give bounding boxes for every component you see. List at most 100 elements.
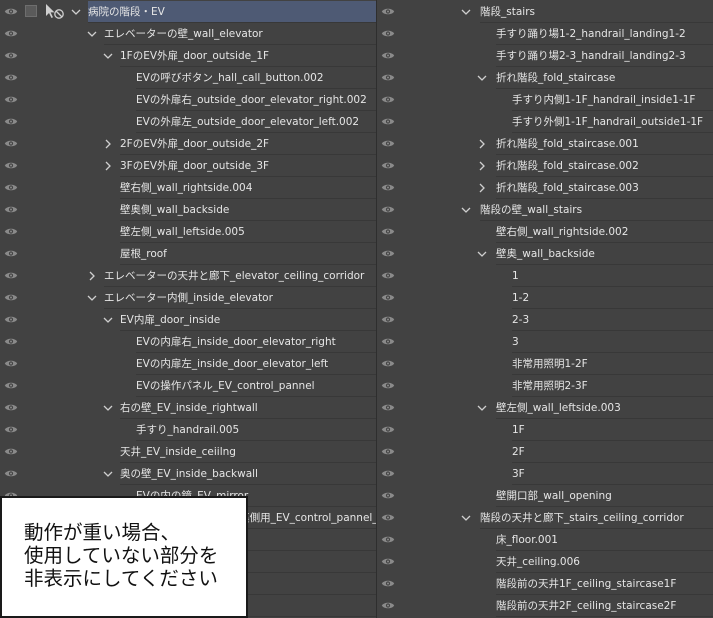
eye-icon[interactable] [381, 425, 395, 434]
eye-icon[interactable] [381, 359, 395, 368]
eye-icon[interactable] [4, 205, 18, 214]
eye-icon[interactable] [4, 447, 18, 456]
layer-row[interactable]: 手すり内側1-1F_handrail_inside1-1F [377, 89, 713, 111]
eye-icon[interactable] [381, 95, 395, 104]
eye-icon[interactable] [4, 337, 18, 346]
eye-icon[interactable] [4, 183, 18, 192]
layer-row[interactable]: EVの内扉左_inside_door_elevator_left [0, 353, 376, 375]
chevron-down-icon[interactable] [103, 315, 113, 325]
chevron-down-icon[interactable] [461, 205, 471, 215]
chevron-down-icon[interactable] [103, 51, 113, 61]
eye-icon[interactable] [381, 601, 395, 610]
eye-icon[interactable] [381, 535, 395, 544]
layer-row[interactable]: 右の壁_EV_inside_rightwall [0, 397, 376, 419]
eye-icon[interactable] [4, 359, 18, 368]
chevron-right-icon[interactable] [103, 161, 113, 171]
layer-row[interactable]: 天井_ceiling.006 [377, 551, 713, 573]
eye-icon[interactable] [381, 117, 395, 126]
layer-row[interactable]: 階段前の天井2F_ceiling_staircase2F [377, 595, 713, 617]
layer-row[interactable]: 折れ階段_fold_staircase.001 [377, 133, 713, 155]
layer-row[interactable]: 1 [377, 265, 713, 287]
eye-icon[interactable] [4, 403, 18, 412]
layer-row[interactable]: 壁左側_wall_leftside.003 [377, 397, 713, 419]
layer-row[interactable]: 階段の壁_wall_stairs [377, 199, 713, 221]
eye-icon[interactable] [381, 205, 395, 214]
chevron-right-icon[interactable] [103, 139, 113, 149]
eye-icon[interactable] [4, 425, 18, 434]
eye-icon[interactable] [381, 557, 395, 566]
eye-icon[interactable] [4, 51, 18, 60]
layer-row[interactable]: 非常用照明1-2F [377, 353, 713, 375]
eye-icon[interactable] [4, 95, 18, 104]
layer-row[interactable]: 壁左側_wall_leftside.005 [0, 221, 376, 243]
eye-icon[interactable] [381, 337, 395, 346]
eye-icon[interactable] [4, 29, 18, 38]
layer-row[interactable]: 手すり踊り場1-2_handrail_landing1-2 [377, 23, 713, 45]
chevron-down-icon[interactable] [87, 29, 97, 39]
eye-icon[interactable] [381, 447, 395, 456]
eye-icon[interactable] [381, 579, 395, 588]
layer-row[interactable]: 3FのEV外扉_door_outside_3F [0, 155, 376, 177]
eye-icon[interactable] [381, 7, 395, 16]
layer-row[interactable]: 階段_stairs [377, 1, 713, 23]
eye-icon[interactable] [381, 469, 395, 478]
layer-row[interactable]: 1FのEV外扉_door_outside_1F [0, 45, 376, 67]
layer-row[interactable]: 非常用照明2-3F [377, 375, 713, 397]
chevron-down-icon[interactable] [103, 469, 113, 479]
layer-row[interactable]: エレベーターの天井と廊下_elevator_ceiling_corridor [0, 265, 376, 287]
layer-row[interactable]: EVの外扉左_outside_door_elevator_left.002 [0, 111, 376, 133]
layer-row[interactable]: エレベーターの壁_wall_elevator [0, 23, 376, 45]
layer-row[interactable]: 屋根_roof [0, 243, 376, 265]
layer-row[interactable]: 床_floor.001 [377, 529, 713, 551]
lock-checkbox[interactable] [25, 5, 37, 17]
selection-tool-icon[interactable] [44, 3, 66, 21]
layer-row[interactable]: 壁右側_wall_rightside.002 [377, 221, 713, 243]
chevron-down-icon[interactable] [461, 513, 471, 523]
eye-icon[interactable] [4, 249, 18, 258]
chevron-down-icon[interactable] [477, 73, 487, 83]
eye-icon[interactable] [4, 315, 18, 324]
eye-icon[interactable] [4, 381, 18, 390]
eye-icon[interactable] [4, 469, 18, 478]
chevron-right-icon[interactable] [477, 161, 487, 171]
chevron-down-icon[interactable] [87, 293, 97, 303]
layer-row[interactable]: 1-2 [377, 287, 713, 309]
eye-icon[interactable] [4, 227, 18, 236]
eye-icon[interactable] [4, 73, 18, 82]
layer-row[interactable]: 3F [377, 463, 713, 485]
layer-row[interactable]: 2FのEV外扉_door_outside_2F [0, 133, 376, 155]
eye-icon[interactable] [381, 29, 395, 38]
chevron-right-icon[interactable] [87, 271, 97, 281]
chevron-down-icon[interactable] [477, 403, 487, 413]
layer-row[interactable]: エレベーター内側_inside_elevator [0, 287, 376, 309]
layer-row[interactable]: 壁奥_wall_backside [377, 243, 713, 265]
layer-row[interactable]: 奥の壁_EV_inside_backwall [0, 463, 376, 485]
eye-icon[interactable] [381, 513, 395, 522]
eye-icon[interactable] [381, 271, 395, 280]
eye-icon[interactable] [381, 491, 395, 500]
eye-icon[interactable] [4, 293, 18, 302]
layer-row[interactable]: 1F [377, 419, 713, 441]
eye-icon[interactable] [381, 183, 395, 192]
layer-row[interactable]: 3 [377, 331, 713, 353]
layer-row[interactable]: EV内扉_door_inside [0, 309, 376, 331]
layer-row[interactable]: 2-3 [377, 309, 713, 331]
eye-icon[interactable] [4, 161, 18, 170]
chevron-right-icon[interactable] [477, 139, 487, 149]
eye-icon[interactable] [4, 139, 18, 148]
layer-row[interactable]: 手すり踊り場2-3_handrail_landing2-3 [377, 45, 713, 67]
layer-row[interactable]: 壁右側_wall_rightside.004 [0, 177, 376, 199]
layer-row[interactable]: 病院の階段・EV [0, 1, 376, 23]
layer-row[interactable]: 階段前の天井1F_ceiling_staircase1F [377, 573, 713, 595]
eye-icon[interactable] [381, 73, 395, 82]
eye-icon[interactable] [381, 381, 395, 390]
layer-row[interactable]: 天井_EV_inside_ceiilng [0, 441, 376, 463]
layer-row[interactable]: 階段の天井と廊下_stairs_ceiling_corridor [377, 507, 713, 529]
eye-icon[interactable] [4, 271, 18, 280]
chevron-right-icon[interactable] [477, 183, 487, 193]
layer-row[interactable]: EVの操作パネル_EV_control_pannel [0, 375, 376, 397]
layer-row[interactable]: 壁開口部_wall_opening [377, 485, 713, 507]
layer-row[interactable]: 壁奥側_wall_backside [0, 199, 376, 221]
layer-row[interactable]: 折れ階段_fold_staircase.003 [377, 177, 713, 199]
layer-row[interactable]: EVの内扉右_inside_door_elevator_right [0, 331, 376, 353]
